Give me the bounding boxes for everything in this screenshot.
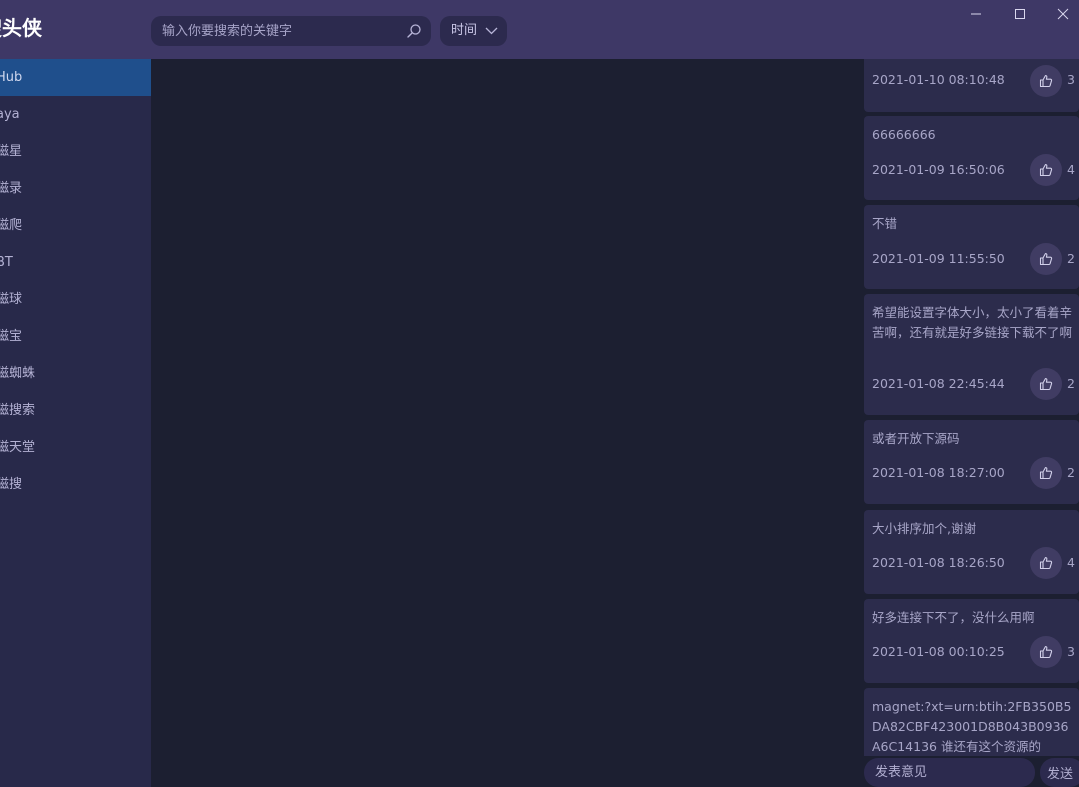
close-button[interactable] bbox=[1049, 4, 1077, 24]
minimize-icon bbox=[971, 13, 981, 15]
comment-time: 2021-01-08 18:26:50 bbox=[872, 555, 1005, 570]
comment-card: magnet:?xt=urn:btih:2FB350B5DA82CBF42300… bbox=[864, 688, 1079, 756]
chevron-down-icon bbox=[485, 27, 498, 35]
like-count: 2 bbox=[1067, 376, 1075, 391]
comment-time: 2021-01-09 16:50:06 bbox=[872, 162, 1005, 177]
comment-bar: 发送 bbox=[864, 756, 1079, 787]
close-icon bbox=[1057, 8, 1069, 20]
like-button[interactable] bbox=[1030, 243, 1062, 275]
sort-dropdown[interactable]: 时间 bbox=[440, 16, 507, 46]
search-box[interactable] bbox=[151, 16, 431, 46]
comment-text: 或者开放下源码 bbox=[872, 431, 960, 446]
sidebar-item-9[interactable]: 磁蜘蛛 bbox=[0, 355, 151, 392]
like-count: 3 bbox=[1067, 72, 1075, 87]
thumbs-up-icon bbox=[1039, 466, 1053, 480]
comments-panel[interactable]: 2021-01-10 08:10:48 3 66666666 2021-01-0… bbox=[864, 59, 1079, 756]
thumbs-up-icon bbox=[1039, 377, 1053, 391]
thumbs-up-icon bbox=[1039, 74, 1053, 88]
comment-time: 2021-01-08 22:45:44 bbox=[872, 376, 1005, 391]
sidebar-item-7[interactable]: 磁球 bbox=[0, 281, 151, 318]
results-panel bbox=[151, 59, 864, 787]
like-count: 2 bbox=[1067, 465, 1075, 480]
comment-time: 2021-01-08 00:10:25 bbox=[872, 644, 1005, 659]
comment-card: 好多连接下不了，没什么用啊 2021-01-08 00:10:25 3 bbox=[864, 599, 1079, 683]
thumbs-up-icon bbox=[1039, 252, 1053, 266]
comment-text: 大小排序加个,谢谢 bbox=[872, 521, 976, 536]
comment-input[interactable] bbox=[864, 758, 1035, 787]
like-count: 2 bbox=[1067, 251, 1075, 266]
comment-time: 2021-01-09 11:55:50 bbox=[872, 251, 1005, 266]
sort-label: 时间 bbox=[451, 23, 478, 38]
like-count: 3 bbox=[1067, 644, 1075, 659]
thumbs-up-icon bbox=[1039, 645, 1053, 659]
sidebar-item-5[interactable]: 磁爬 bbox=[0, 207, 151, 244]
search-icon[interactable] bbox=[406, 23, 422, 39]
sidebar-item-12[interactable]: 磁搜 bbox=[0, 466, 151, 503]
sidebar-item-bt[interactable]: BT bbox=[0, 244, 151, 281]
sidebar-item-11[interactable]: 磁天堂 bbox=[0, 429, 151, 466]
sidebar-item-8[interactable]: 磁宝 bbox=[0, 318, 151, 355]
maximize-button[interactable] bbox=[1006, 4, 1034, 24]
comment-card: 希望能设置字体大小，太小了看着辛苦啊，还有就是好多链接下载不了啊 2021-01… bbox=[864, 294, 1079, 415]
like-button[interactable] bbox=[1030, 154, 1062, 186]
comment-text: 66666666 bbox=[872, 127, 936, 142]
comment-text: 不错 bbox=[872, 216, 898, 231]
comment-card: 2021-01-10 08:10:48 3 bbox=[864, 59, 1079, 112]
search-input[interactable] bbox=[151, 16, 401, 46]
app-title: 搜头侠 bbox=[0, 16, 42, 40]
like-button[interactable] bbox=[1030, 368, 1062, 400]
sidebar-item-10[interactable]: 磁搜索 bbox=[0, 392, 151, 429]
sidebar-item-3[interactable]: 磁星 bbox=[0, 133, 151, 170]
comment-time: 2021-01-10 08:10:48 bbox=[872, 72, 1005, 87]
sidebar-item-hub[interactable]: Hub bbox=[0, 59, 151, 96]
like-count: 4 bbox=[1067, 162, 1075, 177]
like-button[interactable] bbox=[1030, 547, 1062, 579]
sidebar-item-aya[interactable]: aya bbox=[0, 96, 151, 133]
comment-text: 好多连接下不了，没什么用啊 bbox=[872, 610, 1035, 625]
thumbs-up-icon bbox=[1039, 556, 1053, 570]
like-count: 4 bbox=[1067, 555, 1075, 570]
like-button[interactable] bbox=[1030, 636, 1062, 668]
comment-time: 2021-01-08 18:27:00 bbox=[872, 465, 1005, 480]
maximize-icon bbox=[1015, 9, 1025, 19]
comment-card: 大小排序加个,谢谢 2021-01-08 18:26:50 4 bbox=[864, 510, 1079, 594]
send-button[interactable]: 发送 bbox=[1040, 758, 1079, 787]
comment-card: 不错 2021-01-09 11:55:50 2 bbox=[864, 205, 1079, 289]
comment-text: magnet:?xt=urn:btih:2FB350B5DA82CBF42300… bbox=[872, 699, 1072, 754]
minimize-button[interactable] bbox=[962, 4, 990, 24]
comment-card: 或者开放下源码 2021-01-08 18:27:00 2 bbox=[864, 420, 1079, 504]
comment-card: 66666666 2021-01-09 16:50:06 4 bbox=[864, 116, 1079, 200]
sidebar: Hub aya 磁星 磁录 磁爬 BT 磁球 磁宝 磁蜘蛛 磁搜索 磁天堂 磁搜 bbox=[0, 59, 151, 787]
like-button[interactable] bbox=[1030, 457, 1062, 489]
sidebar-item-4[interactable]: 磁录 bbox=[0, 170, 151, 207]
like-button[interactable] bbox=[1030, 65, 1062, 97]
comment-text: 希望能设置字体大小，太小了看着辛苦啊，还有就是好多链接下载不了啊 bbox=[872, 305, 1073, 340]
thumbs-up-icon bbox=[1039, 163, 1053, 177]
